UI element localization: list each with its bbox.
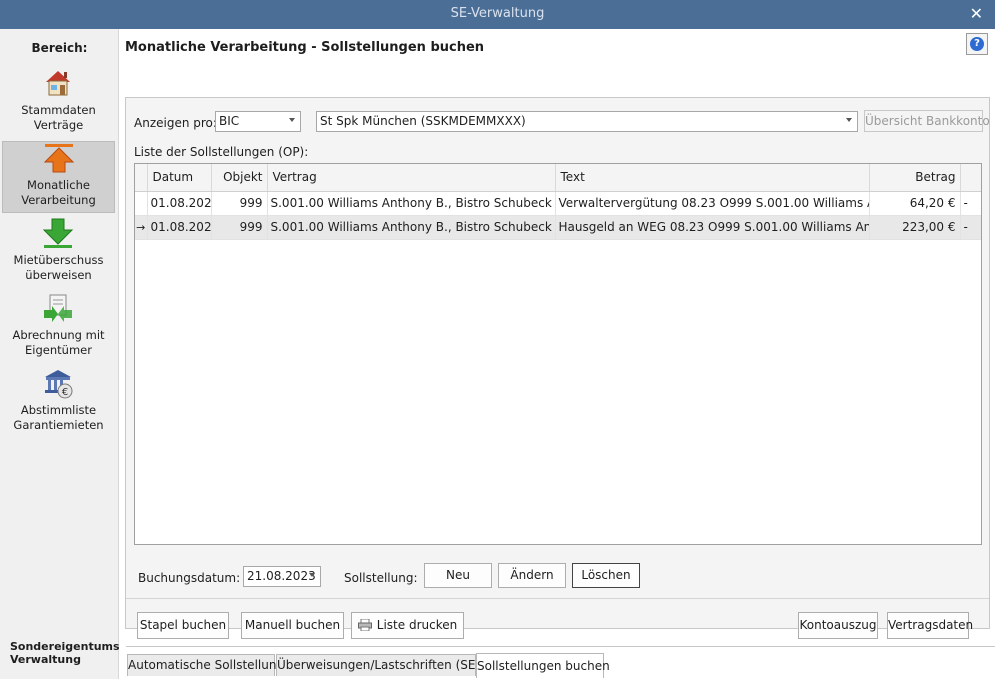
cell-datum: 01.08.2023	[147, 191, 212, 216]
sidebar: Bereich: Stammdaten Verträge Monatliche …	[0, 29, 124, 679]
vertragsdaten-button[interactable]: Vertragsdaten	[887, 612, 973, 639]
liste-drucken-label: Liste drucken	[376, 618, 458, 632]
sidebar-item-stammdaten[interactable]: Stammdaten Verträge	[2, 67, 115, 139]
bank-euro-icon: €	[42, 367, 74, 399]
column-header-text[interactable]: Text	[555, 164, 870, 192]
stapel-buchen-button[interactable]: Stapel buchen	[137, 612, 229, 639]
kontoauszug-button[interactable]: Kontoauszug	[798, 612, 878, 639]
page-title: Monatliche Verarbeitung - Sollstellungen…	[125, 40, 485, 55]
chevron-down-icon	[309, 573, 315, 577]
column-header-betrag[interactable]: Betrag	[869, 164, 961, 192]
cell-vertrag: S.001.00 Williams Anthony B., Bistro Sch…	[267, 215, 556, 240]
column-header-vertrag[interactable]: Vertrag	[267, 164, 556, 192]
sollstellung-label: Sollstellung:	[344, 571, 418, 585]
sollstellungen-table: Datum Objekt Vertrag Text Betrag 01.08.2…	[134, 163, 982, 545]
sidebar-item-label: Monatliche Verarbeitung	[21, 178, 96, 207]
sidebar-item-mietueberschuss[interactable]: Mietüberschuss überweisen	[2, 217, 115, 289]
cell-flag: -	[960, 215, 981, 240]
exchange-icon	[42, 292, 74, 324]
aendern-button[interactable]: Ändern	[498, 563, 566, 588]
neu-button[interactable]: Neu	[424, 563, 492, 588]
table-row[interactable]: → 01.08.2023 999 S.001.00 Williams Antho…	[135, 215, 981, 240]
manuell-buchen-button[interactable]: Manuell buchen	[241, 612, 344, 639]
anzeigen-pro-label: Anzeigen pro:	[134, 116, 217, 130]
content-panel: Anzeigen pro: BIC St Spk München (SSKMDE…	[125, 97, 990, 629]
anzeigen-pro-select[interactable]: BIC	[215, 111, 301, 132]
bank-value: St Spk München (SSKMDEMMXXX)	[320, 114, 526, 128]
chevron-down-icon	[289, 118, 295, 122]
cell-objekt: 999	[211, 191, 268, 216]
sidebar-item-label: Abstimmliste Garantiemieten	[13, 403, 104, 432]
tab-automatische-sollstellung[interactable]: Automatische Sollstellung	[127, 654, 284, 676]
sidebar-item-abrechnung[interactable]: Abrechnung mit Eigentümer	[2, 292, 115, 364]
sidebar-item-label: Mietüberschuss überweisen	[13, 253, 104, 282]
chevron-down-icon	[846, 118, 852, 122]
sidebar-footer: Sondereigentums- Verwaltung	[10, 640, 125, 666]
buchungsdatum-picker[interactable]: 21.08.2023	[243, 566, 321, 587]
column-header-objekt[interactable]: Objekt	[211, 164, 268, 192]
cell-betrag: 223,00 €	[869, 215, 961, 240]
uebersicht-bankkonto-button[interactable]: Übersicht Bankkonto	[864, 110, 990, 132]
svg-text:€: €	[62, 387, 68, 398]
close-icon[interactable]: ✕	[970, 4, 983, 23]
sidebar-item-label: Abrechnung mit Eigentümer	[12, 328, 105, 357]
sidebar-heading: Bereich:	[31, 41, 88, 55]
table-row[interactable]: 01.08.2023 999 S.001.00 Williams Anthony…	[135, 191, 981, 216]
cell-flag: -	[960, 191, 981, 216]
buchungsdatum-value: 21.08.2023	[247, 569, 316, 583]
column-header-indicator	[135, 164, 148, 192]
separator	[126, 598, 989, 599]
window-title: SE-Verwaltung	[450, 6, 545, 21]
cell-vertrag: S.001.00 Williams Anthony B., Bistro Sch…	[267, 191, 556, 216]
cell-betrag: 64,20 €	[869, 191, 961, 216]
buchungsdatum-label: Buchungsdatum:	[138, 571, 241, 585]
cell-datum: 01.08.2023	[147, 215, 212, 240]
help-icon: ?	[970, 37, 984, 51]
cell-objekt: 999	[211, 215, 268, 240]
anzeigen-pro-value: BIC	[219, 114, 240, 128]
column-header-flag	[960, 164, 981, 192]
tab-strip-line	[126, 646, 995, 647]
table-header-row: Datum Objekt Vertrag Text Betrag	[135, 164, 981, 192]
main-area: Monatliche Verarbeitung - Sollstellungen…	[119, 29, 995, 679]
list-label: Liste der Sollstellungen (OP):	[134, 145, 309, 159]
help-button[interactable]: ?	[966, 33, 988, 55]
sidebar-item-monatliche-verarbeitung[interactable]: Monatliche Verarbeitung	[2, 141, 115, 213]
cell-text: Verwaltervergütung 08.23 O999 S.001.00 W…	[555, 191, 870, 216]
cell-text: Hausgeld an WEG 08.23 O999 S.001.00 Will…	[555, 215, 870, 240]
tab-sollstellungen-buchen[interactable]: Sollstellungen buchen	[476, 653, 610, 678]
arrow-down-icon	[42, 217, 74, 249]
house-icon	[42, 67, 74, 99]
bank-select[interactable]: St Spk München (SSKMDEMMXXX)	[316, 111, 858, 132]
sidebar-item-abstimmliste[interactable]: € Abstimmliste Garantiemieten	[2, 367, 115, 439]
sidebar-item-label: Stammdaten Verträge	[21, 103, 96, 132]
title-bar: SE-Verwaltung ✕	[0, 0, 995, 29]
loeschen-button[interactable]: Löschen	[572, 563, 640, 588]
column-header-datum[interactable]: Datum	[147, 164, 212, 192]
row-indicator	[135, 191, 148, 216]
liste-drucken-button[interactable]: Liste drucken	[351, 612, 464, 639]
printer-icon	[357, 615, 372, 632]
tab-ueberweisungen-lastschriften[interactable]: Überweisungen/Lastschriften (SEPA)	[276, 654, 495, 676]
current-row-arrow-icon: →	[135, 215, 148, 240]
arrow-up-icon	[43, 142, 75, 174]
